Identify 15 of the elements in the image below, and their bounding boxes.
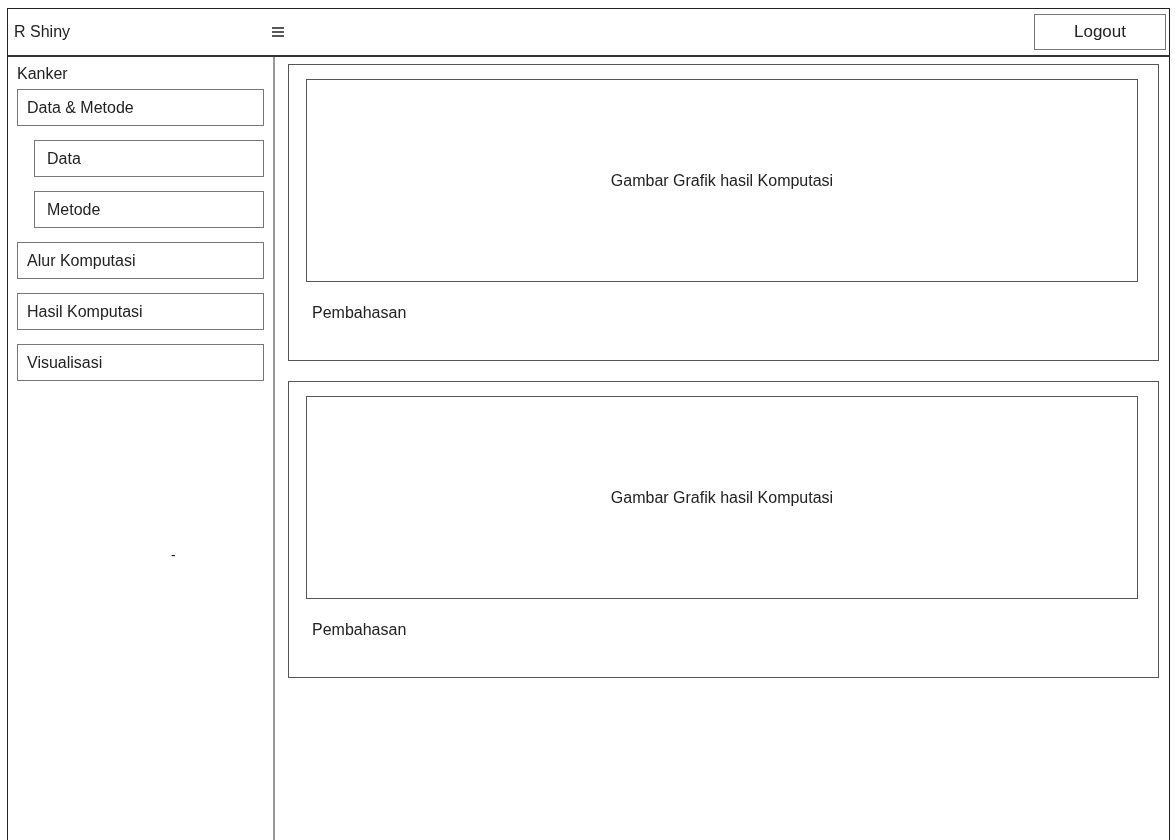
chart-label: Gambar Grafik hasil Komputasi	[610, 488, 834, 507]
menu-item[interactable]: Hasil Komputasi	[17, 293, 264, 330]
submenu-item[interactable]: Data	[34, 140, 264, 177]
menu-icon[interactable]	[272, 27, 284, 37]
discussion-text: Pembahasan	[312, 621, 408, 639]
discussion-text: Pembahasan	[312, 304, 408, 322]
app-title: R Shiny	[14, 23, 72, 41]
menu-item[interactable]: Data & Metode	[17, 89, 264, 126]
submenu-item[interactable]: Metode	[34, 191, 264, 228]
menu-item[interactable]: Alur Komputasi	[17, 242, 264, 279]
sidebar-title: Kanker	[17, 65, 68, 83]
logout-button[interactable]: Logout	[1034, 14, 1166, 50]
dash-mark: -	[171, 547, 176, 563]
chart-label: Gambar Grafik hasil Komputasi	[610, 171, 834, 190]
menu-item[interactable]: Visualisasi	[17, 344, 264, 381]
